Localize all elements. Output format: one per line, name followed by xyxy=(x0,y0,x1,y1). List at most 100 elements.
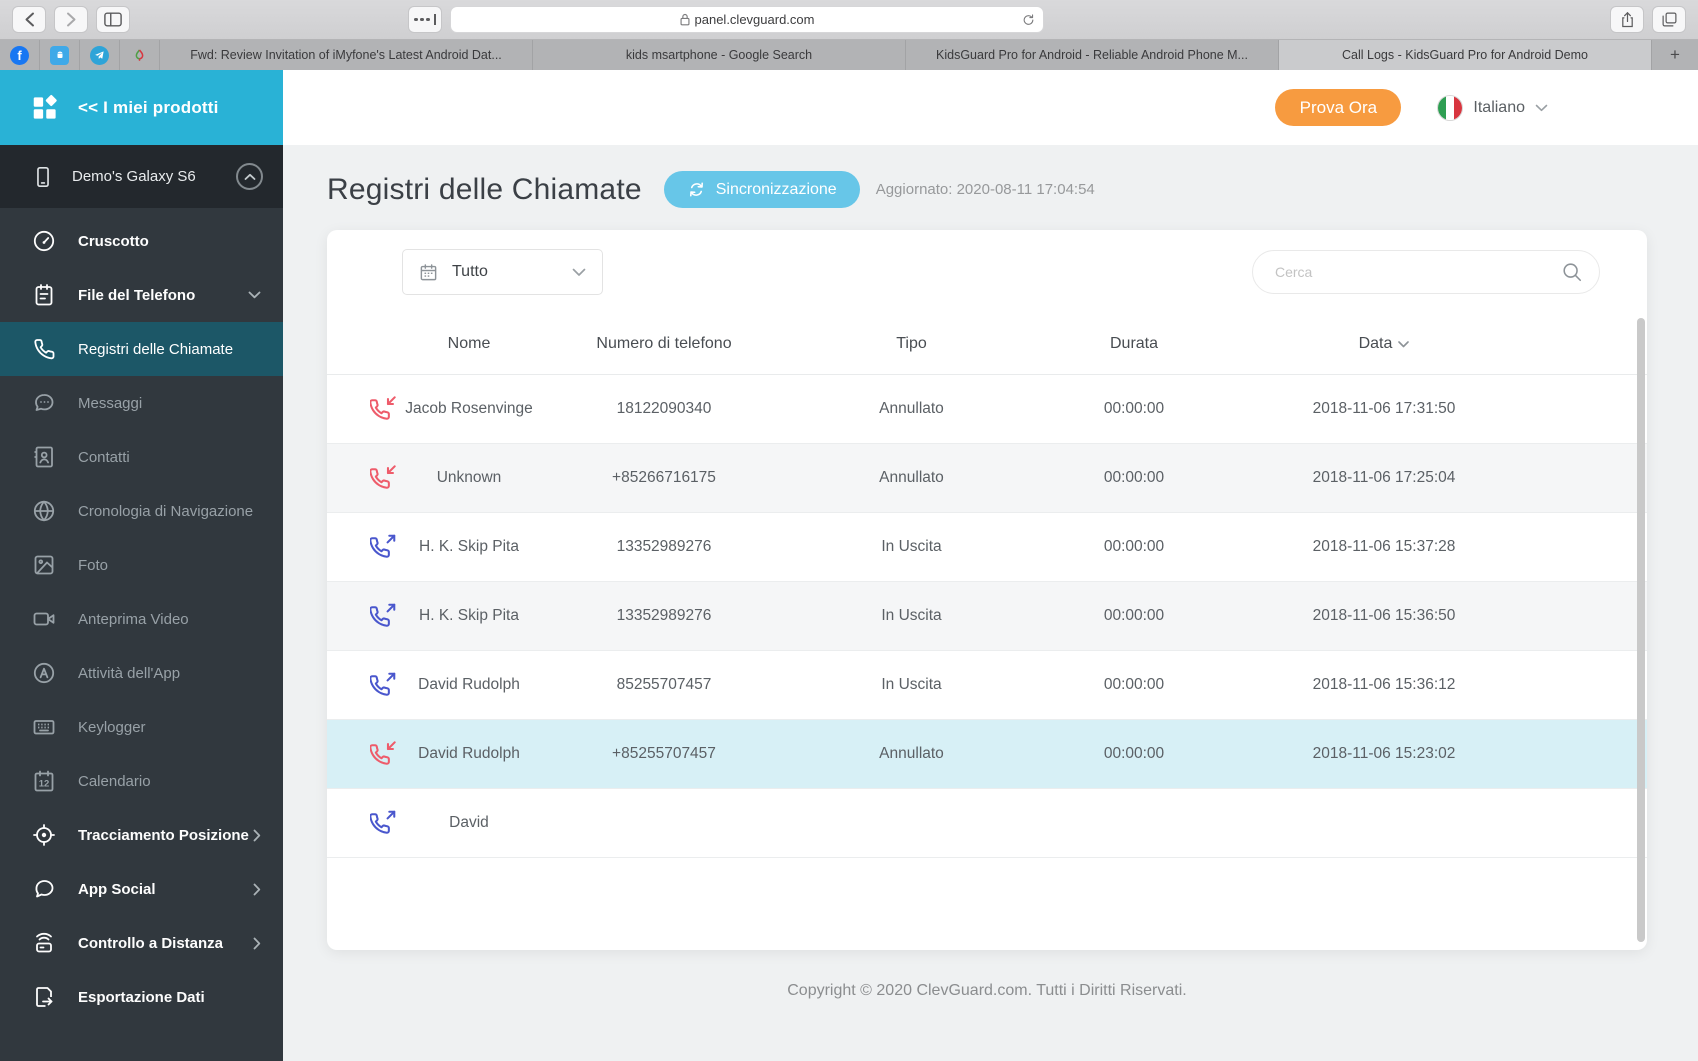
cell-name: H. K. Skip Pita xyxy=(419,538,519,556)
app-activity-icon xyxy=(32,661,56,685)
calendar-icon xyxy=(419,263,438,282)
imyfone-icon xyxy=(132,47,147,63)
plus-icon: + xyxy=(1670,45,1680,64)
data-export-icon xyxy=(32,985,56,1009)
trial-button[interactable]: Prova Ora xyxy=(1275,89,1402,126)
language-selector[interactable]: Italiano xyxy=(1437,94,1548,121)
search-input[interactable] xyxy=(1275,264,1561,280)
sidebar-item-anteprima-video[interactable]: Anteprima Video xyxy=(0,592,283,646)
column-header-nome: Nome xyxy=(447,335,491,352)
cell-name: David Rudolph xyxy=(418,745,520,763)
pinned-tab-android[interactable] xyxy=(40,40,80,70)
sidebar-item-app-social[interactable]: App Social xyxy=(0,862,283,916)
sidebar-item-attivita-dellapp[interactable]: Attività dell'App xyxy=(0,646,283,700)
svg-text:12: 12 xyxy=(39,779,50,790)
date-filter-value: Tutto xyxy=(452,263,488,280)
new-tab-button[interactable]: + xyxy=(1652,40,1698,70)
reload-icon[interactable] xyxy=(1022,13,1035,27)
call-direction-icon xyxy=(370,396,396,422)
cell-type: In Uscita xyxy=(881,538,942,556)
cell-phone: +85255707457 xyxy=(612,745,716,763)
sidebar-item-cruscotto[interactable]: Cruscotto xyxy=(0,214,283,268)
sidebar-item-contatti[interactable]: Contatti xyxy=(0,430,283,484)
sidebar-item-foto[interactable]: Foto xyxy=(0,538,283,592)
my-products-label: << I miei prodotti xyxy=(78,97,219,117)
cell-date: 2018-11-06 15:36:50 xyxy=(1312,607,1456,625)
telegram-icon xyxy=(90,45,109,65)
keylogger-icon xyxy=(32,715,56,739)
cell-type: In Uscita xyxy=(881,676,942,694)
cell-duration: 00:00:00 xyxy=(1103,400,1165,418)
lock-icon xyxy=(680,13,690,26)
tab-strip: f Fwd: Review Invitation of iMyfone's La… xyxy=(0,40,1698,70)
back-button[interactable] xyxy=(12,6,46,33)
sidebar-item-tracciamento-posizione[interactable]: Tracciamento Posizione xyxy=(0,808,283,862)
browser-tab-1[interactable]: Fwd: Review Invitation of iMyfone's Late… xyxy=(160,40,533,70)
dashboard-icon xyxy=(32,229,56,253)
call-logs-icon xyxy=(32,337,56,361)
search-box[interactable] xyxy=(1252,250,1600,294)
cell-duration: 00:00:00 xyxy=(1103,676,1165,694)
call-direction-icon xyxy=(370,534,396,560)
sync-label: Sincronizzazione xyxy=(715,180,837,198)
call-direction-icon xyxy=(370,810,396,836)
photos-icon xyxy=(32,553,56,577)
pinned-tab-imyfone[interactable] xyxy=(120,40,160,70)
address-bar[interactable]: panel.clevguard.com xyxy=(450,6,1044,33)
sidebar-item-controllo-a-distanza[interactable]: Controllo a Distanza xyxy=(0,916,283,970)
cell-date: 2018-11-06 15:36:12 xyxy=(1312,676,1456,694)
call-log-row[interactable]: David Rudolph 85255707457 In Uscita 00:0… xyxy=(327,651,1647,720)
device-selector[interactable]: Demo's Galaxy S6 xyxy=(0,145,283,208)
cell-date: 2018-11-06 17:25:04 xyxy=(1312,469,1456,487)
copyright-footer: Copyright © 2020 ClevGuard.com. Tutti i … xyxy=(787,982,1187,999)
table-body: Jacob Rosenvinge 18122090340 Annullato 0… xyxy=(327,375,1647,858)
cell-name: David xyxy=(449,814,489,832)
browser-tab-3[interactable]: KidsGuard Pro for Android - Reliable And… xyxy=(906,40,1279,70)
call-log-row[interactable]: H. K. Skip Pita 13352989276 In Uscita 00… xyxy=(327,513,1647,582)
collapse-device-button[interactable] xyxy=(236,163,263,190)
tab-label: Fwd: Review Invitation of iMyfone's Late… xyxy=(190,48,502,62)
call-log-row[interactable]: Unknown +85266716175 Annullato 00:00:00 … xyxy=(327,444,1647,513)
url-text: panel.clevguard.com xyxy=(694,12,815,27)
browser-tab-2[interactable]: kids msartphone - Google Search xyxy=(533,40,906,70)
pinned-tab-telegram[interactable] xyxy=(80,40,120,70)
sidebar-item-registri-delle-chiamate[interactable]: Registri delle Chiamate xyxy=(0,322,283,376)
browser-tab-4[interactable]: Call Logs - KidsGuard Pro for Android De… xyxy=(1279,40,1652,70)
cell-type: In Uscita xyxy=(881,607,942,625)
search-icon[interactable] xyxy=(1561,261,1583,283)
call-direction-icon xyxy=(370,741,396,767)
sidebar-item-file-del-telefono[interactable]: File del Telefono xyxy=(0,268,283,322)
cell-type: Annullato xyxy=(879,469,944,487)
sidebar-item-messaggi[interactable]: Messaggi xyxy=(0,376,283,430)
cell-date: 2018-11-06 15:37:28 xyxy=(1312,538,1456,556)
sidebar-item-calendario[interactable]: 12 Calendario xyxy=(0,754,283,808)
sidebar-item-cronologia-di-navigazione[interactable]: Cronologia di Navigazione xyxy=(0,484,283,538)
date-filter-dropdown[interactable]: Tutto xyxy=(402,249,603,295)
call-log-row[interactable]: David xyxy=(327,789,1647,858)
products-grid-icon xyxy=(30,93,60,123)
pinned-tab-facebook[interactable]: f xyxy=(0,40,40,70)
phone-files-icon xyxy=(32,283,56,307)
share-button[interactable] xyxy=(1610,6,1644,33)
my-products-header[interactable]: << I miei prodotti xyxy=(0,70,283,145)
sidebar-item-esportazione-dati[interactable]: Esportazione Dati xyxy=(0,970,283,1024)
forward-button[interactable] xyxy=(54,6,88,33)
table-scrollbar[interactable] xyxy=(1637,318,1645,942)
call-log-row[interactable]: H. K. Skip Pita 13352989276 In Uscita 00… xyxy=(327,582,1647,651)
sidebar-item-keylogger[interactable]: Keylogger xyxy=(0,700,283,754)
language-label: Italiano xyxy=(1473,98,1525,116)
show-tabs-button[interactable] xyxy=(1652,6,1686,33)
cell-date: 2018-11-06 17:31:50 xyxy=(1312,400,1456,418)
sync-button[interactable]: Sincronizzazione xyxy=(663,171,860,208)
video-preview-icon xyxy=(32,607,56,631)
call-log-row[interactable]: Jacob Rosenvinge 18122090340 Annullato 0… xyxy=(327,375,1647,444)
call-log-row[interactable]: David Rudolph +85255707457 Annullato 00:… xyxy=(327,720,1647,789)
updated-timestamp: Aggiornato: 2020-08-11 17:04:54 xyxy=(875,181,1095,198)
calendar-icon: 12 xyxy=(32,769,56,793)
column-header-data[interactable]: Data xyxy=(1234,335,1534,353)
cell-phone: +85266716175 xyxy=(612,469,716,487)
chevron-right-icon xyxy=(253,937,261,950)
messages-icon xyxy=(32,391,56,415)
sidebar-toggle-button[interactable] xyxy=(96,6,130,33)
tab-overview-button[interactable] xyxy=(408,6,442,33)
